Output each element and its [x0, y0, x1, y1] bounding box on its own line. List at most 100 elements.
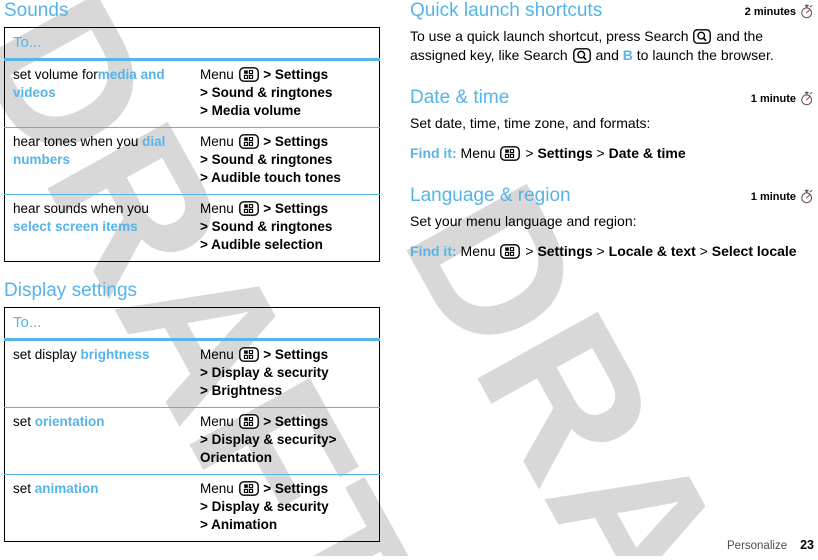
path-segment: > Audible selection — [200, 237, 323, 252]
path-segment: Settings — [537, 145, 593, 161]
menu-key-icon — [238, 347, 259, 362]
settings-table: To... set display brightness Menu > Settin… — [4, 307, 380, 542]
stopwatch-icon — [801, 189, 813, 204]
table-header-cell: To... — [4, 307, 380, 341]
menu-key-icon — [238, 201, 259, 216]
duration-label: 2 minutes — [744, 5, 796, 18]
menu-path-line: Menu > Settings — [200, 414, 329, 429]
menu-path-line: Menu > Settings — [200, 347, 329, 362]
table-row: hear sounds when you select screen items… — [4, 194, 380, 262]
path-segment: Locale & text — [608, 243, 696, 259]
right-column: Quick launch shortcuts 2 minutes To use a … — [410, 0, 814, 283]
menu-key-icon — [238, 67, 259, 82]
task-cell: hear sounds when you select screen items — [4, 194, 192, 262]
path-segment: > Display & security> — [200, 432, 337, 447]
section-title: Display settings — [4, 280, 138, 301]
section-body: Set date, time, time zone, and formats: — [410, 115, 651, 131]
menu-path-line: > Sound & ringtones — [200, 84, 373, 102]
task-cell: set orientation — [4, 407, 192, 475]
section-title: Date & time — [410, 87, 510, 108]
table-row: set animation Menu > Settings > Display & … — [4, 474, 380, 542]
menu-key-icon — [238, 481, 259, 496]
table-row: set display brightness Menu > Settings > D… — [5, 340, 380, 408]
duration-label: 1 minute — [750, 92, 796, 105]
stopwatch-icon — [801, 91, 813, 106]
menu-key-icon — [500, 146, 521, 161]
find-it-label: Find it: — [410, 243, 457, 259]
duration-badge: 2 minutes — [745, 0, 814, 19]
path-segment: > Settings — [259, 134, 329, 149]
menu-path-line: Menu > Settings — [200, 201, 329, 216]
menu-path-line: > Display & security> — [200, 431, 373, 449]
menu-path-cell: Menu > Settings > Display & security> Ori… — [192, 407, 380, 475]
menu-path-cell: Menu > Settings > Sound & ringtones > Audi… — [192, 194, 380, 262]
path-segment: > Sound & ringtones — [200, 85, 333, 100]
menu-path-line: > Sound & ringtones — [200, 218, 373, 236]
path-segment: > Sound & ringtones — [200, 152, 333, 167]
menu-path-cell: Menu > Settings > Sound & ringtones > Medi… — [192, 60, 380, 128]
menu-path-line: > Animation — [200, 516, 373, 534]
section-heading-row: Quick launch shortcuts 2 minutes — [410, 0, 814, 27]
task-highlight: brightness — [80, 347, 150, 362]
path-segment: > Media volume — [200, 103, 301, 118]
path-segment: > Sound & ringtones — [200, 219, 333, 234]
menu-path-line: Orientation — [200, 449, 373, 467]
path-segment: > Settings — [259, 414, 329, 429]
menu-path-line: > Audible touch tones — [200, 169, 373, 187]
menu-path-line: > Media volume — [200, 102, 373, 120]
menu-path-line: > Sound & ringtones — [200, 151, 373, 169]
task-cell: set display brightness — [13, 347, 150, 362]
page-footer: Personalize 23 — [727, 538, 814, 552]
table-header-row: To... — [4, 27, 380, 61]
task-highlight: dial numbers — [13, 134, 166, 167]
section-body: Set your menu language and region: — [410, 213, 637, 229]
menu-path-line: Menu > Settings — [200, 481, 329, 496]
search-key-icon — [572, 48, 591, 63]
table-header-cell: To... — [4, 27, 380, 61]
path-segment: > Audible touch tones — [200, 170, 341, 185]
path-segment: > Settings — [259, 67, 329, 82]
menu-path-line: Menu > Settings — [200, 134, 329, 149]
section-heading-row: Date & time 1 minute — [410, 87, 814, 114]
menu-path-line: > Display & security — [200, 498, 373, 516]
task-cell: hear tones when you dial numbers — [4, 127, 192, 195]
menu-path-line: > Brightness — [200, 382, 373, 400]
menu-path-cell: Menu > Settings > Display & security > Bri… — [192, 340, 380, 408]
menu-key-icon — [238, 134, 259, 149]
accent-key: B — [622, 47, 633, 63]
menu-key-icon — [238, 414, 259, 429]
task-highlight: orientation — [34, 414, 105, 429]
menu-path-line: > Audible selection — [200, 236, 373, 254]
section-title: Sounds — [4, 0, 69, 21]
footer-page-number: 23 — [800, 538, 814, 552]
path-segment: > Settings — [259, 347, 329, 362]
task-cell: set animation — [4, 474, 192, 542]
table-row: set orientation Menu > Settings > Display … — [4, 407, 380, 475]
left-column: Sounds To... set volume formedia and video… — [4, 0, 382, 560]
menu-path-cell: Menu > Settings > Sound & ringtones > Audi… — [192, 127, 380, 195]
menu-key-icon — [500, 244, 521, 259]
content-section: Quick launch shortcuts 2 minutes To use a … — [410, 0, 814, 65]
section-heading-row: Language & region 1 minute — [410, 185, 814, 212]
stopwatch-icon — [801, 4, 813, 19]
task-highlight: media and videos — [13, 67, 165, 100]
task-highlight: select screen items — [13, 219, 138, 234]
table-row: hear tones when you dial numbers Menu > S… — [4, 127, 380, 195]
settings-table: To... set volume formedia and videos Menu … — [4, 27, 380, 262]
section-title: Quick launch shortcuts — [410, 0, 603, 21]
find-it-label: Find it: — [410, 145, 457, 161]
find-it-line: Find it: Menu > Settings > Locale & text… — [410, 243, 797, 259]
path-segment: Date & time — [608, 145, 686, 161]
path-segment: > Display & security — [200, 365, 329, 380]
find-it-line: Find it: Menu > Settings > Date & time — [410, 145, 686, 161]
content-section: Language & region 1 minute Set your menu l… — [410, 185, 814, 261]
section-body: To use a quick launch shortcut, press Se… — [410, 28, 774, 63]
task-cell: set volume formedia and videos — [13, 67, 165, 100]
content-section: Date & time 1 minute Set date, time, time … — [410, 87, 814, 163]
menu-path-line: > Display & security — [200, 364, 373, 382]
path-segment: > Animation — [200, 517, 278, 532]
path-segment: > Settings — [259, 201, 329, 216]
table-row: set volume formedia and videos Menu > Set… — [5, 60, 380, 128]
search-key-icon — [693, 29, 712, 44]
path-segment: Orientation — [200, 450, 273, 465]
